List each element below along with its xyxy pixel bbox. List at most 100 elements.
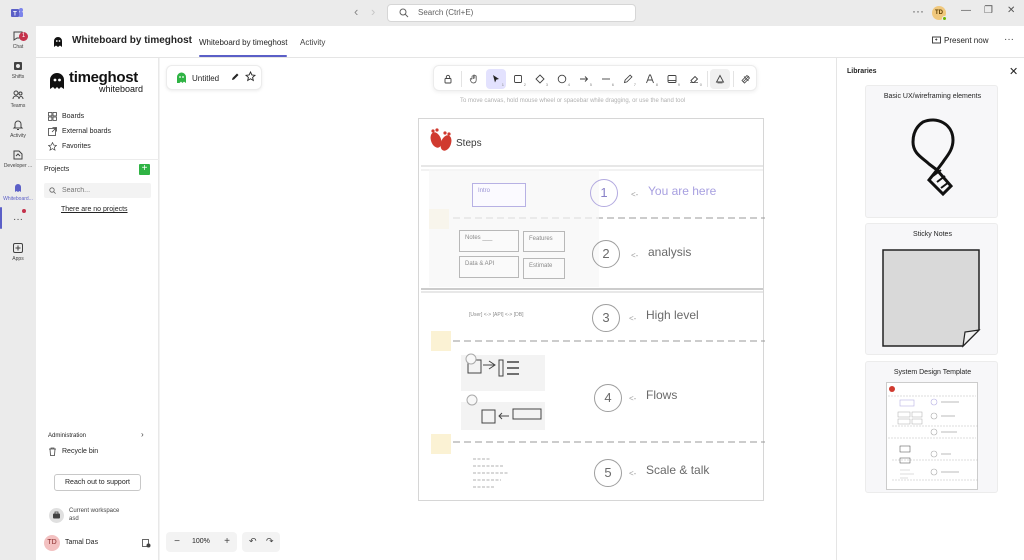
tool-ellipse[interactable]: 4 (552, 69, 572, 89)
ghost-logo-icon (50, 73, 64, 89)
add-project-button[interactable]: + (139, 164, 150, 175)
zoom-level[interactable]: 100% (192, 538, 210, 545)
template-board[interactable]: Steps Intro Notes ___ Features Data & AP… (418, 118, 765, 501)
tool-image[interactable]: 9 (662, 69, 682, 89)
shifts-icon (14, 62, 22, 70)
step-arrow-3: <- (629, 314, 637, 323)
undo-icon[interactable]: ↶ (249, 536, 257, 547)
current-workspace-name[interactable]: asd (69, 516, 79, 522)
global-search-input[interactable]: Search (Ctrl+E) (387, 4, 636, 22)
recycle-bin-label: Recycle bin (62, 448, 99, 455)
tool-rectangle[interactable]: 2 (508, 69, 528, 89)
tool-arrow[interactable]: 5 (574, 69, 594, 89)
close-window-icon[interactable]: ✕ (1007, 5, 1015, 16)
tab-activity[interactable]: Activity (300, 38, 325, 47)
library-card-system-design[interactable]: System Design Template (865, 361, 998, 493)
rail-item-shifts[interactable]: Shifts (0, 60, 36, 80)
step-label-4[interactable]: Flows (646, 388, 677, 402)
rectangle-icon (514, 75, 522, 83)
step-number-3[interactable]: 3 (592, 304, 620, 332)
tool-hand[interactable] (464, 69, 484, 89)
step-label-2[interactable]: analysis (648, 245, 691, 259)
current-workspace-label: Current workspace (69, 508, 120, 514)
teams-logo-icon[interactable]: T (10, 6, 24, 20)
tool-shortcut: 0 (699, 82, 702, 87)
tool-select[interactable]: 1 (486, 69, 506, 89)
tool-text[interactable]: 8 (640, 69, 660, 89)
step-label-3[interactable]: High level (646, 308, 699, 322)
nav-recycle-bin[interactable]: Recycle bin (48, 446, 98, 458)
forward-arrow-icon[interactable]: › (371, 4, 375, 19)
star-favorite-icon[interactable] (245, 71, 256, 82)
sketch-box-features[interactable]: Features (523, 231, 565, 252)
nav-favorites[interactable]: Favorites (48, 141, 91, 153)
step-number-2[interactable]: 2 (592, 240, 620, 268)
tab-whiteboard[interactable]: Whiteboard by timeghost (199, 38, 288, 47)
architecture-note[interactable]: [User] <-> [API] <-> [DB] (469, 312, 523, 318)
pencil-edit-icon[interactable] (230, 72, 240, 82)
step-label-1[interactable]: You are here (648, 184, 716, 198)
whiteboard-sidebar: timeghost whiteboard Boards External boa… (36, 58, 159, 560)
tool-diamond[interactable]: 3 (530, 69, 550, 89)
sketch-box-notes[interactable]: Notes ___ (459, 230, 519, 252)
more-options-icon[interactable]: ··· (912, 4, 924, 18)
present-icon (932, 36, 941, 44)
star-icon (48, 142, 57, 151)
profile-avatar[interactable]: TD (932, 6, 947, 21)
tool-lock[interactable] (438, 69, 458, 89)
tool-library[interactable] (736, 69, 756, 89)
chevron-right-icon[interactable]: › (141, 430, 144, 439)
apps-plus-icon (13, 243, 23, 253)
sketch-box-data-api[interactable]: Data & API (459, 256, 519, 278)
tool-draw[interactable]: 7 (618, 69, 638, 89)
tool-eraser[interactable]: 0 (684, 69, 704, 89)
tool-shapes[interactable] (710, 69, 730, 89)
rail-item-developer[interactable]: Developer ... (0, 149, 36, 169)
step-number-5[interactable]: 5 (594, 459, 622, 487)
rail-item-apps[interactable]: Apps (0, 242, 36, 262)
user-settings-icon[interactable] (142, 539, 151, 548)
rail-item-teams[interactable]: Teams (0, 89, 36, 109)
rail-item-chat[interactable]: Chat 1 (0, 30, 36, 50)
library-card-sticky-notes[interactable]: Sticky Notes (865, 223, 998, 355)
maximize-icon[interactable]: ❐ (984, 5, 993, 16)
timeghost-app-icon (54, 37, 62, 47)
step-arrow-4: <- (629, 394, 637, 403)
back-arrow-icon[interactable]: ‹ (354, 4, 358, 19)
project-search-input[interactable] (44, 183, 151, 198)
step-number-1[interactable]: 1 (590, 179, 618, 207)
minimize-icon[interactable]: — (961, 5, 971, 16)
sketch-box-intro[interactable]: Intro (472, 183, 526, 207)
rail-item-activity[interactable]: Activity (0, 119, 36, 139)
title-bar: T ‹ › Search (Ctrl+E) ··· TD — ❐ ✕ (0, 0, 1024, 26)
nav-external-boards[interactable]: External boards (48, 126, 111, 138)
file-name[interactable]: Untitled (192, 74, 219, 83)
present-now-button[interactable]: Present now (932, 36, 988, 45)
rail-more-apps[interactable]: ··· (0, 214, 36, 225)
header-more-icon[interactable]: ··· (1004, 34, 1014, 45)
system-design-thumbnail-icon (886, 382, 978, 490)
redo-icon[interactable]: ↷ (266, 536, 274, 547)
tool-line[interactable]: 6 (596, 69, 616, 89)
rail-item-whiteboard[interactable]: Whiteboard... (0, 182, 36, 202)
user-avatar[interactable]: TD (44, 535, 60, 551)
library-card-ux-wireframing[interactable]: Basic UX/wireframing elements (865, 85, 998, 218)
no-projects-link[interactable]: There are no projects (61, 206, 128, 213)
reach-out-support-button[interactable]: Reach out to support (54, 474, 141, 491)
line-icon (602, 78, 610, 80)
rail-label-teams: Teams (10, 103, 26, 109)
sketch-box-estimate[interactable]: Estimate (523, 258, 565, 279)
step-label-5[interactable]: Scale & talk (646, 463, 709, 477)
library-icon (741, 74, 751, 84)
close-libraries-icon[interactable]: ✕ (1009, 65, 1018, 78)
administration-heading[interactable]: Administration (48, 433, 86, 439)
zoom-out-button[interactable]: − (172, 536, 182, 547)
sticky-note-icon (882, 249, 981, 348)
step-number-4[interactable]: 4 (594, 384, 622, 412)
library-title: Basic UX/wireframing elements (883, 93, 982, 100)
whiteboard-canvas[interactable]: Untitled 1 2 3 4 5 6 7 8 9 0 To move can… (160, 58, 836, 560)
image-icon (667, 75, 677, 83)
nav-boards[interactable]: Boards (48, 111, 84, 123)
zoom-in-button[interactable]: + (222, 536, 232, 547)
svg-text:T: T (13, 12, 17, 18)
